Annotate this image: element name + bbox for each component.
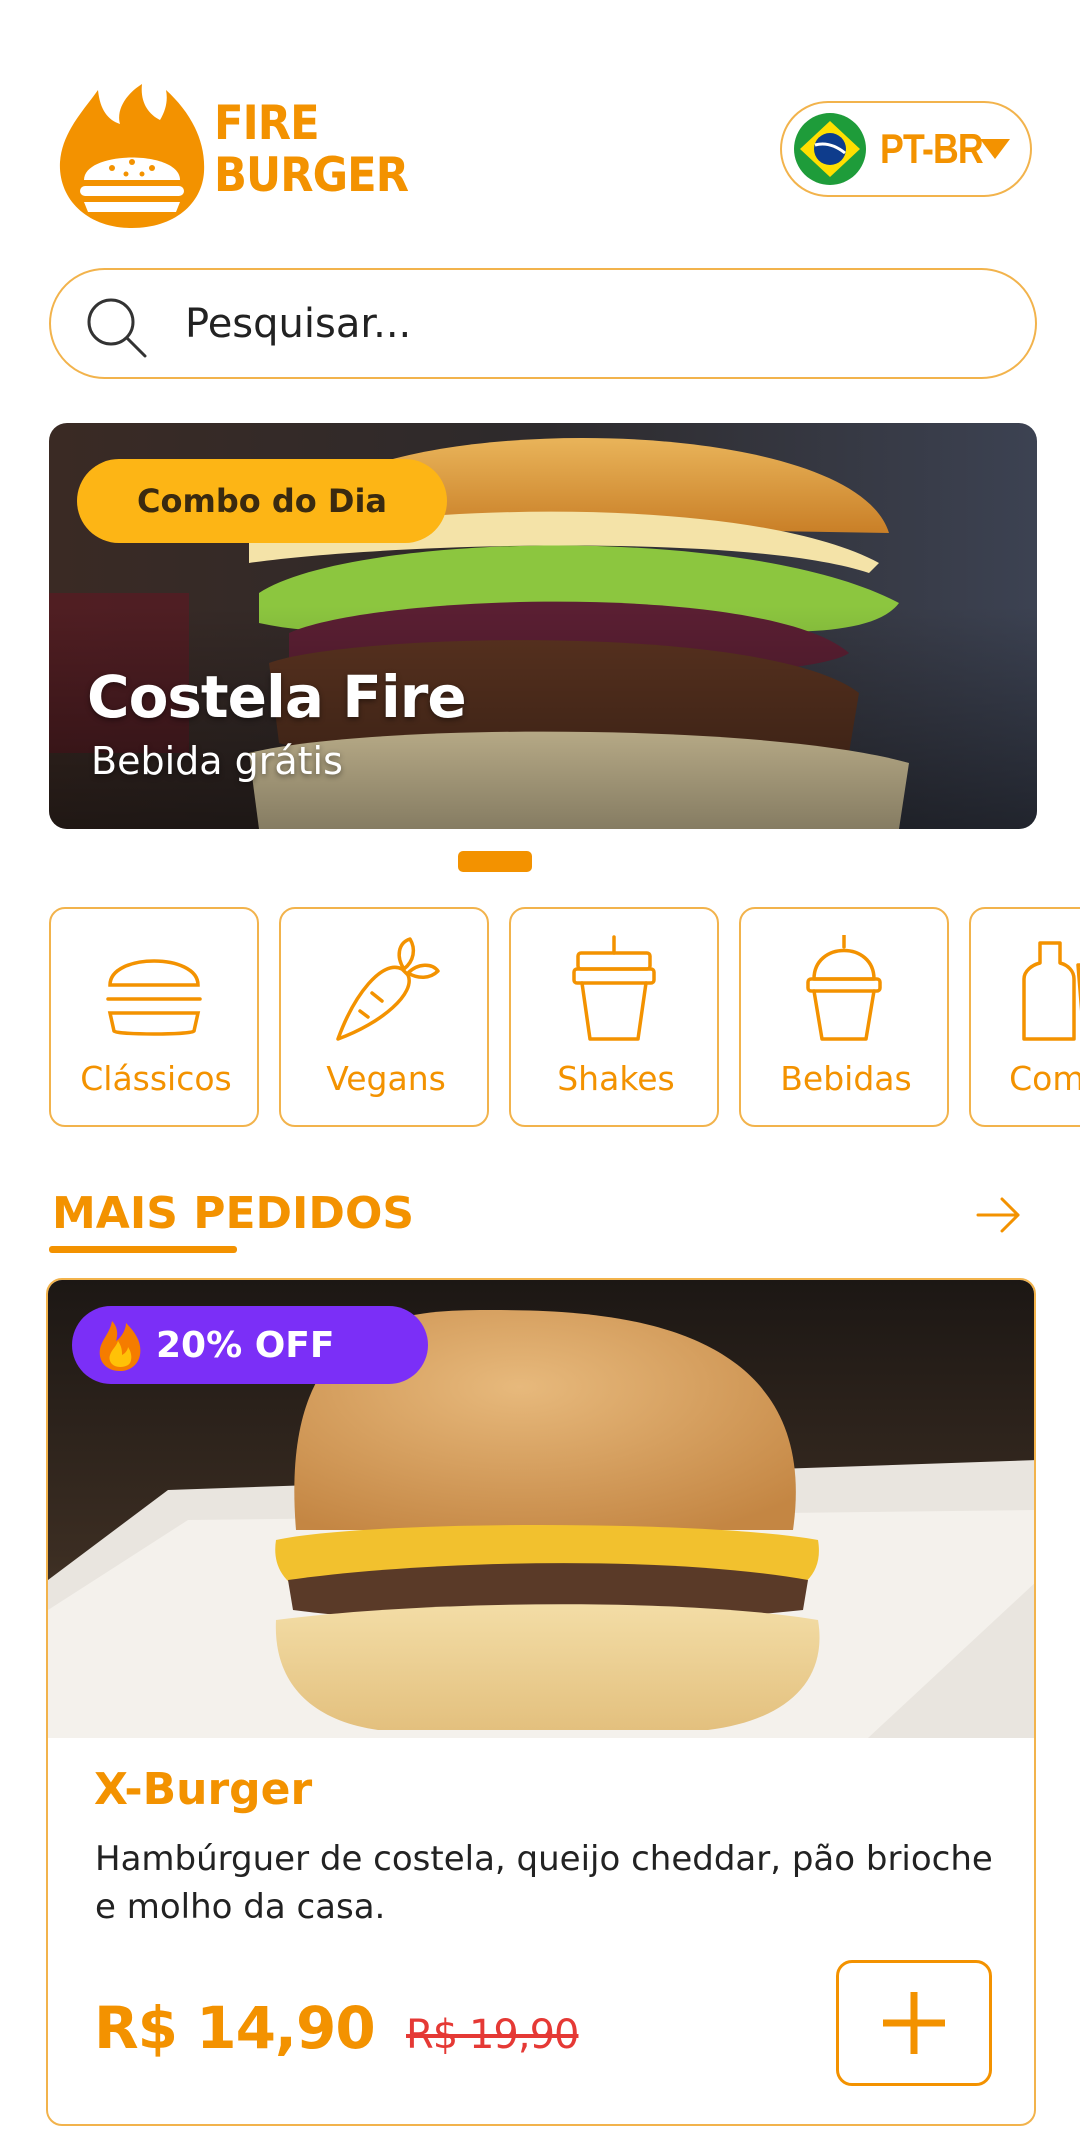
carousel-indicator[interactable] <box>458 851 532 872</box>
category-label: Shakes <box>557 1059 675 1098</box>
product-name: X-Burger <box>94 1764 313 1815</box>
banner-title: Costela Fire <box>87 663 467 731</box>
brand-name-line2: BURGER <box>214 148 409 203</box>
search-icon <box>87 298 147 358</box>
category-label: Vegans <box>326 1059 446 1098</box>
category-combos[interactable]: Combos <box>969 907 1080 1127</box>
category-list: Clássicos Vegans Shakes Bebidas Com <box>0 907 1080 1129</box>
brazil-flag-icon <box>794 113 866 185</box>
shake-cup-icon <box>572 935 656 1041</box>
carrot-icon <box>336 937 440 1041</box>
plus-icon <box>883 1992 945 2054</box>
banner-subtitle: Bebida grátis <box>91 739 343 783</box>
category-label: Combos <box>1009 1059 1080 1098</box>
add-to-cart-button[interactable] <box>836 1960 992 2086</box>
arrow-right-icon[interactable] <box>974 1194 1024 1236</box>
flame-burger-logo-icon <box>59 84 205 228</box>
combo-icon <box>1022 941 1080 1041</box>
section-underline <box>49 1246 237 1253</box>
burger-icon <box>106 959 202 1036</box>
promo-banner[interactable]: Combo do Dia Costela Fire Bebida grátis <box>49 423 1037 829</box>
product-description: Hambúrguer de costela, queijo cheddar, p… <box>95 1839 993 1927</box>
discount-badge: 20% OFF <box>72 1306 428 1384</box>
fire-icon <box>99 1321 141 1371</box>
brand-name: FIRE BURGER <box>214 96 409 203</box>
category-label: Bebidas <box>780 1059 912 1098</box>
product-old-price: R$ 19,90 <box>406 2012 579 2058</box>
language-selector[interactable]: PT-BR <box>780 101 1032 197</box>
section-title: MAIS PEDIDOS <box>52 1188 415 1239</box>
product-price: R$ 14,90 <box>94 1994 376 2062</box>
chevron-down-icon <box>980 139 1010 159</box>
category-shakes[interactable]: Shakes <box>509 907 719 1127</box>
category-label: Clássicos <box>80 1059 232 1098</box>
category-vegans[interactable]: Vegans <box>279 907 489 1127</box>
product-card[interactable]: 20% OFF X-Burger Hambúrguer de costela, … <box>46 1278 1036 2126</box>
brand-logo: FIRE BURGER <box>56 80 436 230</box>
language-code: PT-BR <box>880 125 984 172</box>
discount-label: 20% OFF <box>156 1324 335 1366</box>
category-bebidas[interactable]: Bebidas <box>739 907 949 1127</box>
combo-badge: Combo do Dia <box>77 459 447 543</box>
drink-cup-icon <box>806 935 882 1041</box>
brand-name-line1: FIRE <box>214 96 320 151</box>
category-classicos[interactable]: Clássicos <box>49 907 259 1127</box>
search-input[interactable] <box>185 292 1005 356</box>
search-bar <box>49 268 1037 379</box>
